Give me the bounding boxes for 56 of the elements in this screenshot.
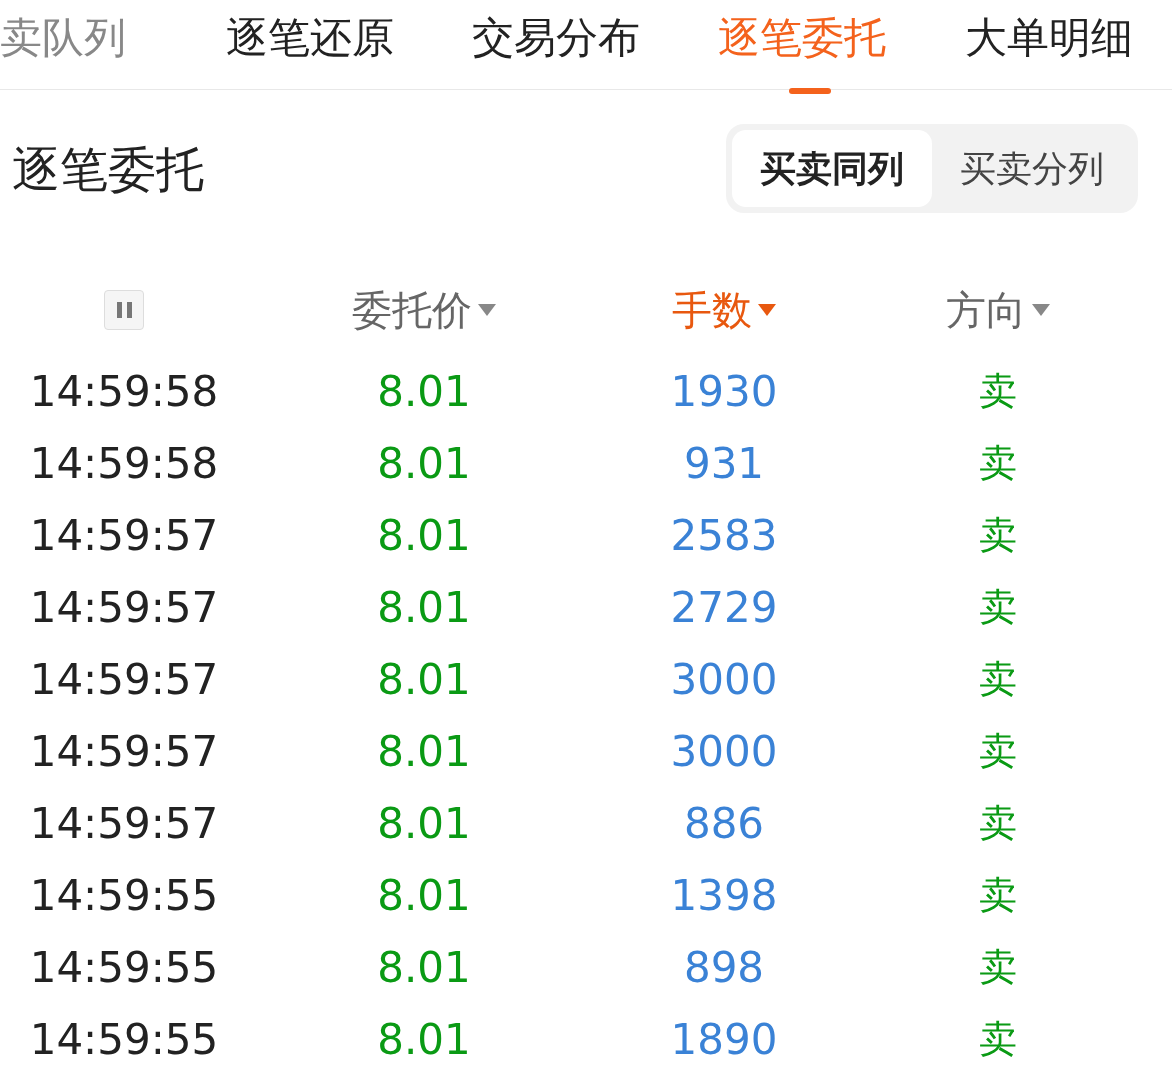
tab[interactable]: 逐笔还原 bbox=[186, 0, 433, 94]
direction-cell-text: 卖 bbox=[979, 1015, 1017, 1063]
caret-down-icon bbox=[1032, 304, 1050, 316]
direction-cell-text: 卖 bbox=[979, 583, 1017, 631]
volume-cell-text: 1398 bbox=[670, 869, 778, 922]
volume-cell-text: 931 bbox=[683, 437, 765, 490]
volume-cell-text: 1890 bbox=[670, 1013, 778, 1066]
tab[interactable]: 卖队列 bbox=[0, 0, 187, 94]
price-cell-text: 8.01 bbox=[377, 869, 471, 922]
volume-cell-text: 898 bbox=[683, 941, 765, 994]
volume-cell-text: 2729 bbox=[670, 581, 778, 634]
price-cell-text: 8.01 bbox=[377, 365, 471, 418]
price-cell-text: 8.01 bbox=[377, 437, 471, 490]
pause-button[interactable] bbox=[104, 290, 144, 330]
direction-cell-text: 卖 bbox=[979, 943, 1017, 991]
direction-cell-text: 卖 bbox=[979, 871, 1017, 919]
price-cell-text: 8.01 bbox=[377, 1013, 471, 1066]
time-cell-text: 14:59:57 bbox=[29, 581, 219, 634]
direction-cell-text: 卖 bbox=[979, 439, 1017, 487]
volume-cell-text: 3000 bbox=[670, 725, 778, 778]
direction-cell-text: 卖 bbox=[979, 799, 1017, 847]
pause-icon bbox=[116, 302, 132, 318]
time-cell-text: 14:59:57 bbox=[29, 797, 219, 850]
direction-cell-text: 卖 bbox=[979, 655, 1017, 703]
price-cell-text: 8.01 bbox=[377, 941, 471, 994]
toggle-option[interactable]: 买卖分列 bbox=[932, 130, 1132, 207]
time-cell-text: 14:59:57 bbox=[29, 653, 219, 706]
time-cell-text: 14:59:55 bbox=[29, 941, 219, 994]
section-title: 逐笔委托 bbox=[12, 139, 204, 199]
time-cell-text: 14:59:57 bbox=[29, 725, 219, 778]
price-cell-text: 8.01 bbox=[377, 725, 471, 778]
price-cell-text: 8.01 bbox=[377, 653, 471, 706]
column-header[interactable]: 委托价 bbox=[352, 280, 496, 340]
active-tab-indicator bbox=[789, 88, 832, 94]
tab[interactable]: 交易分布 bbox=[432, 0, 680, 94]
price-cell-text: 8.01 bbox=[377, 797, 471, 850]
price-cell-text: 8.01 bbox=[377, 581, 471, 634]
time-cell-text: 14:59:55 bbox=[29, 869, 219, 922]
volume-cell-text: 886 bbox=[683, 797, 765, 850]
caret-down-icon bbox=[758, 304, 776, 316]
column-header[interactable]: 手数 bbox=[672, 280, 776, 340]
tab[interactable]: 大单明细 bbox=[925, 0, 1172, 94]
time-cell-text: 14:59:57 bbox=[29, 509, 219, 562]
caret-down-icon bbox=[478, 304, 496, 316]
direction-cell-text: 卖 bbox=[979, 727, 1017, 775]
volume-cell-text: 1930 bbox=[670, 365, 778, 418]
direction-cell-text: 卖 bbox=[979, 511, 1017, 559]
toggle-option[interactable]: 买卖同列 bbox=[732, 130, 932, 207]
price-cell-text: 8.01 bbox=[377, 509, 471, 562]
time-cell-text: 14:59:58 bbox=[29, 437, 219, 490]
time-cell-text: 14:59:58 bbox=[29, 365, 219, 418]
column-header[interactable]: 方向 bbox=[946, 280, 1050, 340]
direction-cell-text: 卖 bbox=[979, 367, 1017, 415]
volume-cell-text: 2583 bbox=[670, 509, 778, 562]
time-cell-text: 14:59:55 bbox=[29, 1013, 219, 1066]
volume-cell-text: 3000 bbox=[670, 653, 778, 706]
